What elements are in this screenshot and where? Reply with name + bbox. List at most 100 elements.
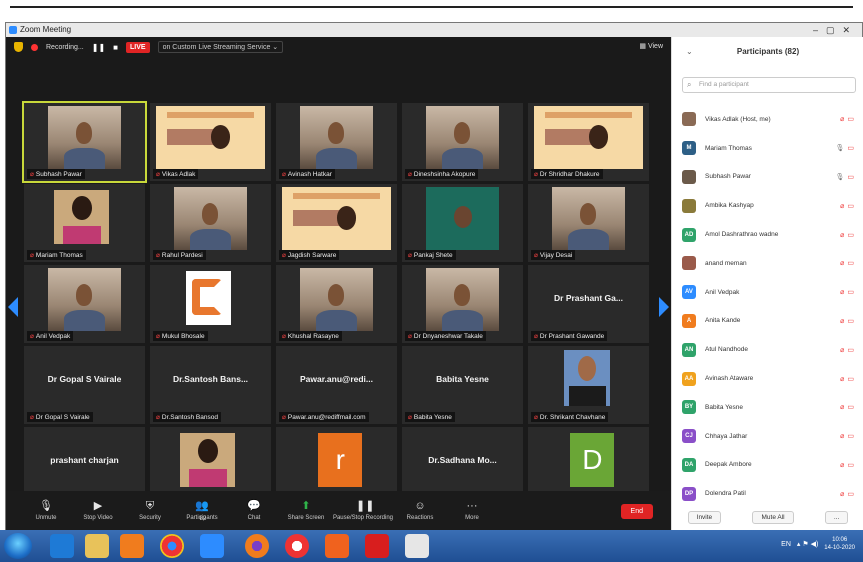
- participant-name-label: ⌀ Jagdish Sarware: [279, 250, 340, 260]
- toolbar-reactions-button[interactable]: ☺ Reactions: [394, 501, 446, 522]
- mic-muted-icon: ⌀: [840, 260, 845, 268]
- toolbar-more-button[interactable]: ··· More: [446, 501, 498, 522]
- video-tile[interactable]: ⌀ Khushal Rasayne: [276, 265, 397, 343]
- video-tile[interactable]: Dr Prashant Ga... ⌀ Dr Prashant Gawande: [528, 265, 649, 343]
- video-tile[interactable]: ⌀ Avinash Hatkar: [276, 103, 397, 181]
- participant-row[interactable]: AN Atul Nandhode ⌀ ▭: [682, 335, 858, 364]
- participants-icon: 👥82: [195, 500, 209, 523]
- participant-name: Dolendra Patil: [705, 490, 746, 498]
- participant-row[interactable]: AA Avinash Ataware ⌀ ▭: [682, 364, 858, 393]
- video-tile[interactable]: Pawar.anu@redi... ⌀ Pawar.anu@rediffmail.c…: [276, 346, 397, 424]
- video-off-icon: ▭: [847, 231, 854, 239]
- participant-video: [48, 106, 121, 169]
- more-options-button[interactable]: ...: [824, 510, 849, 524]
- opera-icon[interactable]: [285, 534, 309, 558]
- zoom-icon[interactable]: [200, 534, 224, 558]
- participant-row[interactable]: Vikas Adlak (Host, me) ⌀ ▭: [682, 105, 858, 134]
- toolbar-video-camera-button[interactable]: ▶ Stop Video: [72, 501, 124, 522]
- video-tile[interactable]: Babita Yesne ⌀ Babita Yesne: [402, 346, 523, 424]
- participant-search-input[interactable]: ⌕ Find a participant: [682, 77, 856, 93]
- stream-service-dropdown[interactable]: on Custom Live Streaming Service ⌄: [157, 41, 284, 53]
- participant-status-icons: ⌀ ▭: [840, 490, 854, 498]
- video-tile[interactable]: ⌀ Dr Dnyaneshwar Takale: [402, 265, 523, 343]
- stop-icon[interactable]: ■: [113, 43, 118, 52]
- participant-row[interactable]: AD Amol Dashrathrao wadne ⌀ ▭: [682, 220, 858, 249]
- toolbar-label: Participants: [186, 515, 218, 521]
- toolbar-label: Reactions: [406, 515, 434, 521]
- file-explorer-icon[interactable]: [85, 534, 109, 558]
- end-meeting-button[interactable]: End: [620, 504, 653, 519]
- video-tile[interactable]: ⌀ Vijay Desai: [528, 184, 649, 262]
- participant-row[interactable]: DP Dolendra Patil ⌀ ▭: [682, 479, 858, 508]
- start-button-icon[interactable]: [4, 533, 32, 559]
- video-tile[interactable]: ⌀ Anil Vedpak: [24, 265, 145, 343]
- view-label: View: [647, 43, 663, 50]
- participant-row[interactable]: anand meman ⌀ ▭: [682, 249, 858, 278]
- participant-status-icons: ⌀ ▭: [840, 317, 854, 325]
- live-badge[interactable]: LIVE: [126, 41, 150, 53]
- toolbar-mic-muted-button[interactable]: 🎙 Unmute: [20, 501, 72, 522]
- video-tile[interactable]: ⌀ Rahul Pardesi: [150, 184, 271, 262]
- firefox-icon[interactable]: [245, 534, 269, 558]
- participant-name: anand meman: [705, 259, 747, 267]
- brave-icon[interactable]: [325, 534, 349, 558]
- participant-status-icons: ⌀ ▭: [840, 432, 854, 440]
- video-tile[interactable]: ⌀ Mariam Thomas: [24, 184, 145, 262]
- toolbar-shield-button[interactable]: ⛨ Security: [124, 501, 176, 522]
- video-tile[interactable]: ⌀ Dr Shridhar Dhakure: [528, 103, 649, 181]
- video-off-icon: ▭: [847, 173, 854, 181]
- tray-icons[interactable]: ▴ ⚑ ◀): [797, 540, 818, 548]
- internet-explorer-icon[interactable]: [50, 534, 74, 558]
- media-player-icon[interactable]: [120, 534, 144, 558]
- divider-line: [10, 6, 853, 8]
- participant-name: Dineshsinha Akopure: [413, 171, 476, 178]
- acrobat-icon[interactable]: [365, 534, 389, 558]
- toolbar-pause-stop-recording-button[interactable]: ❚❚ Pause/Stop Recording: [332, 500, 394, 522]
- toolbar-label: More: [465, 515, 479, 521]
- pause-icon[interactable]: ❚❚: [92, 43, 105, 52]
- participant-row[interactable]: BY Babita Yesne ⌀ ▭: [682, 393, 858, 422]
- mute-all-button[interactable]: Mute All: [752, 510, 794, 524]
- avatar: AA: [682, 371, 696, 386]
- toolbar-participants-button[interactable]: 👥82 Participants: [176, 500, 228, 523]
- participant-row[interactable]: CJ Chhaya Jathar ⌀ ▭: [682, 422, 858, 451]
- window-controls[interactable]: –▢✕: [813, 23, 858, 37]
- language-indicator[interactable]: EN: [781, 541, 791, 548]
- video-tile[interactable]: ⌀ Dr. Shrikant Chavhane: [528, 346, 649, 424]
- recording-dot-icon: [31, 43, 38, 51]
- view-button[interactable]: ▦ View: [639, 42, 663, 50]
- next-page-arrow-icon[interactable]: [659, 297, 669, 317]
- toolbar-chat-button[interactable]: 💬 Chat: [228, 501, 280, 522]
- profile-picture: [564, 350, 611, 406]
- pause-stop-recording-icon: ❚❚: [356, 500, 375, 512]
- video-tile[interactable]: ⌀ Mukul Bhosale: [150, 265, 271, 343]
- participant-name-label: ⌀ Dr. Shrikant Chavhane: [531, 412, 609, 422]
- participant-row[interactable]: A Anita Kande ⌀ ▭: [682, 307, 858, 336]
- participant-row[interactable]: AV Anil Vedpak ⌀ ▭: [682, 278, 858, 307]
- mic-muted-icon: ⌀: [408, 252, 412, 259]
- participant-name: Dr.Santosh Bansod: [161, 414, 218, 421]
- participant-status-icons: ⌀ ▭: [840, 346, 854, 354]
- toolbar-share-screen-button[interactable]: ⬆ Share Screen: [280, 500, 332, 522]
- share-screen-icon: ⬆: [301, 500, 311, 512]
- participant-name: Anita Kande: [705, 317, 741, 325]
- clock[interactable]: 10:06 14-10-2020: [824, 536, 855, 552]
- video-tile[interactable]: ⌀ Subhash Pawar: [22, 101, 147, 183]
- video-tile[interactable]: Dr Gopal S Vairale ⌀ Dr Gopal S Vairale: [24, 346, 145, 424]
- video-tile[interactable]: Dr.Santosh Bans... ⌀ Dr.Santosh Bansod: [150, 346, 271, 424]
- mic-muted-icon: ⌀: [840, 346, 845, 354]
- participant-row[interactable]: Ambika Kashyap ⌀ ▭: [682, 191, 858, 220]
- shield-icon[interactable]: [14, 42, 23, 52]
- participant-row[interactable]: DA Deepak Ambore ⌀ ▭: [682, 451, 858, 480]
- participant-row[interactable]: M Mariam Thomas 🎙 ▭: [682, 134, 858, 163]
- video-tile[interactable]: ⌀ Vikas Adlak: [150, 103, 271, 181]
- notepad-icon[interactable]: [405, 534, 429, 558]
- mic-icon: 🎙: [835, 145, 845, 153]
- chrome-icon[interactable]: [160, 534, 184, 558]
- previous-page-arrow-icon[interactable]: [8, 297, 18, 317]
- video-tile[interactable]: ⌀ Pankaj Shete: [402, 184, 523, 262]
- video-tile[interactable]: ⌀ Dineshsinha Akopure: [402, 103, 523, 181]
- invite-button[interactable]: Invite: [687, 510, 722, 524]
- participant-row[interactable]: Subhash Pawar 🎙 ▭: [682, 163, 858, 192]
- video-tile[interactable]: ⌀ Jagdish Sarware: [276, 184, 397, 262]
